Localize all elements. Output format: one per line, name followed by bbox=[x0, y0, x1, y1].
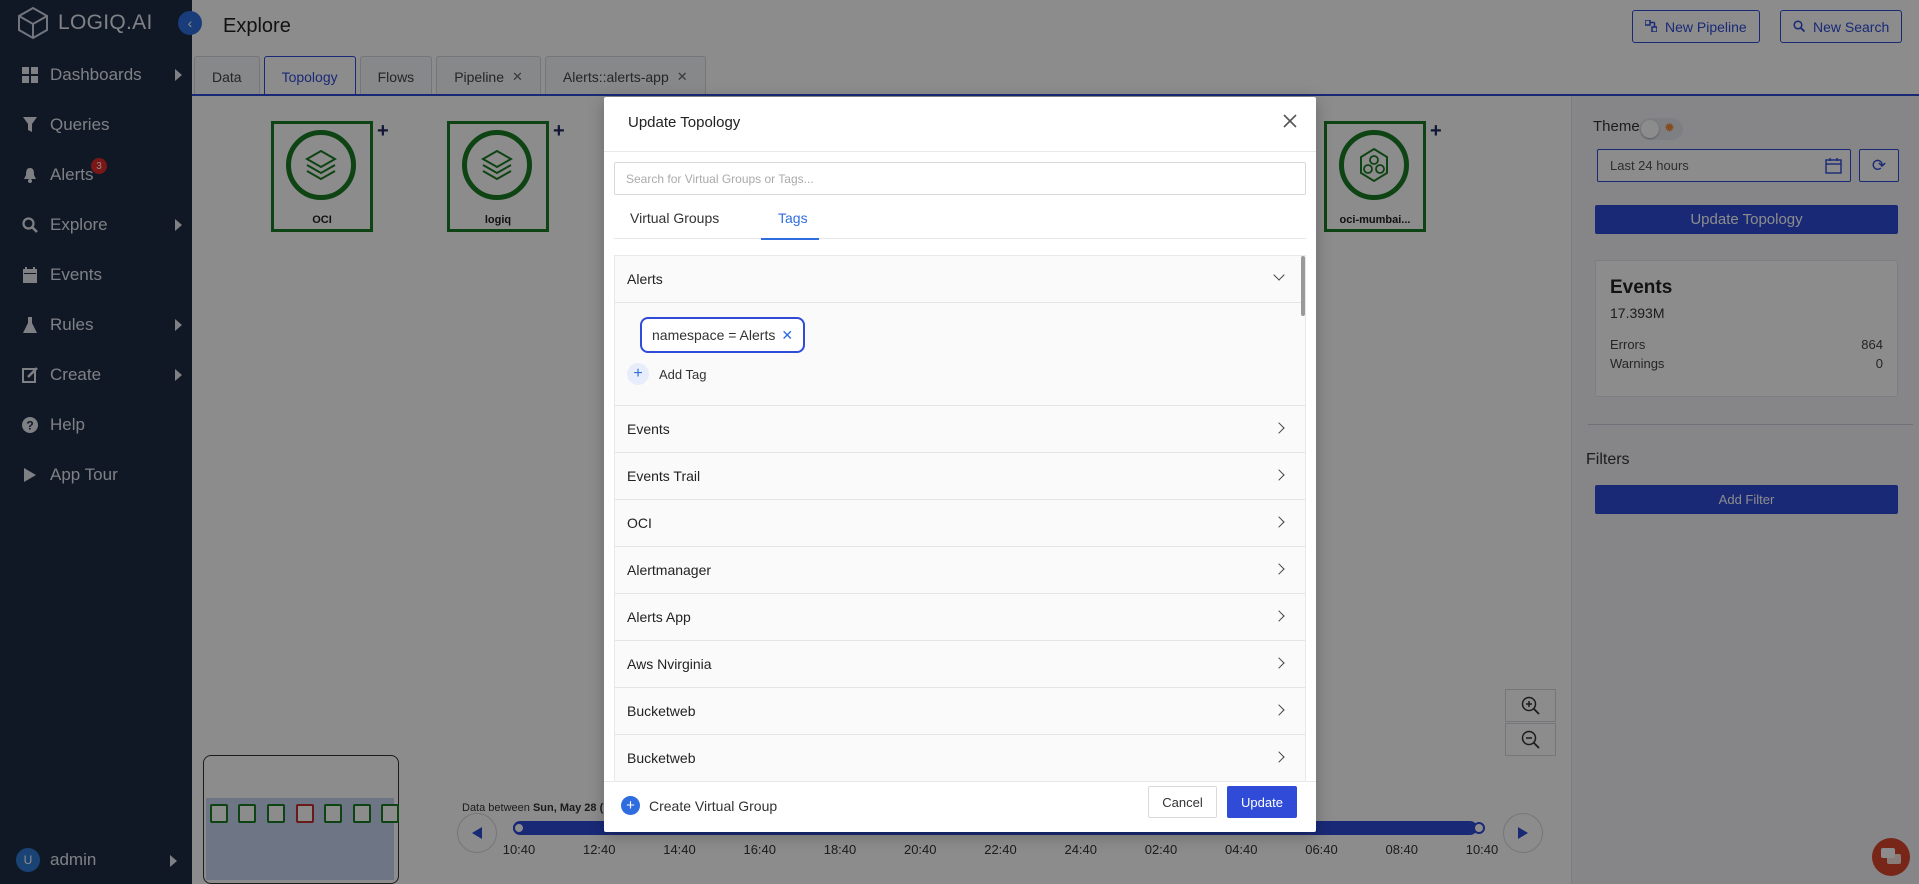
chevron-right-icon bbox=[1273, 704, 1285, 716]
chevron-down-icon bbox=[1273, 269, 1285, 281]
tag-group-item[interactable]: Aws Nvirginia bbox=[615, 641, 1305, 688]
chevron-right-icon bbox=[1273, 610, 1285, 622]
tag-group-item[interactable]: Events Trail bbox=[615, 453, 1305, 500]
tag-group-item[interactable]: Bucketweb bbox=[615, 688, 1305, 735]
tag-group-label: Alerts App bbox=[627, 609, 691, 625]
tab-virtual-groups[interactable]: Virtual Groups bbox=[630, 210, 719, 226]
divider bbox=[604, 781, 1316, 782]
create-virtual-group-button[interactable]: + Create Virtual Group bbox=[621, 796, 777, 815]
tag-chip[interactable]: namespace = Alerts ✕ bbox=[640, 317, 806, 353]
tag-group-alerts[interactable]: Alerts bbox=[615, 256, 1305, 303]
tag-group-label: OCI bbox=[627, 515, 652, 531]
chevron-right-icon bbox=[1273, 751, 1285, 763]
plus-icon: + bbox=[627, 363, 649, 385]
tag-group-label: Events Trail bbox=[627, 468, 701, 484]
modal-title: Update Topology bbox=[628, 114, 741, 131]
plus-icon: + bbox=[621, 796, 640, 815]
chevron-right-icon bbox=[1273, 516, 1285, 528]
update-button[interactable]: Update bbox=[1227, 786, 1297, 818]
close-icon[interactable] bbox=[1280, 111, 1300, 131]
tag-chip-label: namespace = Alerts bbox=[652, 327, 776, 343]
tabs-divider bbox=[614, 238, 1306, 239]
chevron-right-icon bbox=[1273, 657, 1285, 669]
tab-tags[interactable]: Tags bbox=[778, 210, 808, 226]
chevron-right-icon bbox=[1273, 469, 1285, 481]
tag-group-item[interactable]: Events bbox=[615, 406, 1305, 453]
add-tag-label: Add Tag bbox=[659, 366, 707, 382]
list-scrollbar[interactable] bbox=[1301, 256, 1305, 316]
create-virtual-group-label: Create Virtual Group bbox=[649, 797, 778, 814]
chevron-right-icon bbox=[1273, 563, 1285, 575]
tag-group-item[interactable]: Alertmanager bbox=[615, 547, 1305, 594]
divider bbox=[604, 151, 1316, 152]
tag-group-label: Alerts bbox=[627, 271, 663, 287]
remove-tag-icon[interactable]: ✕ bbox=[781, 327, 793, 344]
tag-group-item[interactable]: OCI bbox=[615, 500, 1305, 547]
tag-group-body: namespace = Alerts ✕ + Add Tag bbox=[615, 303, 1305, 406]
tag-group-label: Aws Nvirginia bbox=[627, 656, 712, 672]
tag-group-label: Bucketweb bbox=[627, 750, 696, 766]
tag-group-label: Events bbox=[627, 421, 670, 437]
tag-group-list: Alerts namespace = Alerts ✕ + Add Tag Ev… bbox=[614, 255, 1306, 781]
search-input[interactable] bbox=[614, 162, 1306, 195]
tag-group-label: Bucketweb bbox=[627, 703, 696, 719]
add-tag-button[interactable]: + Add Tag bbox=[627, 363, 706, 385]
active-tab-indicator bbox=[761, 238, 819, 240]
chevron-right-icon bbox=[1273, 422, 1285, 434]
tag-group-label: Alertmanager bbox=[627, 562, 712, 578]
cancel-button[interactable]: Cancel bbox=[1148, 786, 1217, 818]
tag-group-item[interactable]: Alerts App bbox=[615, 594, 1305, 641]
tag-group-item[interactable]: Bucketweb bbox=[615, 735, 1305, 781]
update-topology-modal: Update Topology Virtual Groups Tags Aler… bbox=[604, 97, 1316, 832]
